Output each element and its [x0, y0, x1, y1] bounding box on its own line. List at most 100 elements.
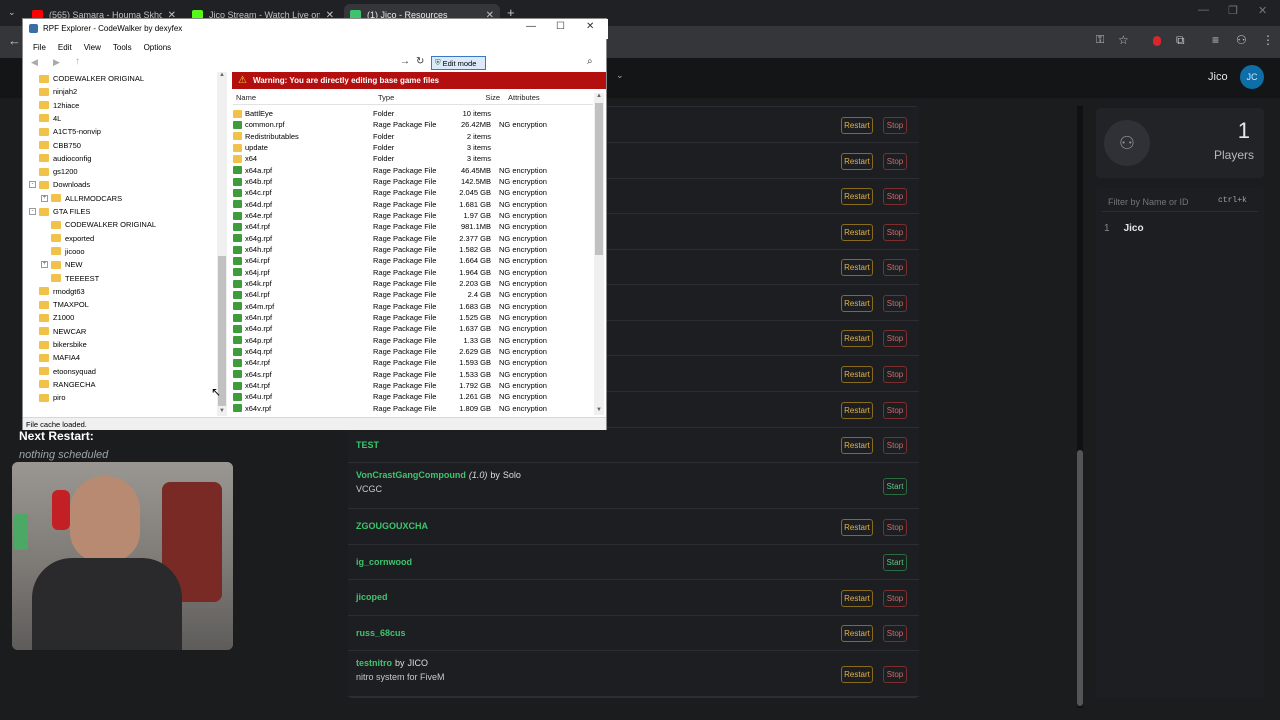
file-row[interactable]: x64 Folder 3 items — [233, 153, 593, 164]
file-scroll-up-icon[interactable]: ▲ — [596, 93, 602, 99]
file-row[interactable]: x64d.rpf Rage Package File 1.681 GB NG encr… — [233, 199, 593, 210]
file-row[interactable]: x64r.rpf Rage Package File 1.593 GB NG encr… — [233, 357, 593, 368]
stop-button[interactable]: Stop — [883, 259, 907, 276]
bookmark-star-icon[interactable]: ☆ — [1118, 33, 1129, 47]
file-row[interactable]: x64o.rpf Rage Package File 1.637 GB NG encr… — [233, 323, 593, 334]
stop-button[interactable]: Stop — [883, 224, 907, 241]
tree-folder[interactable]: ninjah2 — [29, 85, 77, 98]
tree-folder[interactable]: audioconfig — [29, 152, 91, 165]
stop-button[interactable]: Stop — [883, 666, 907, 683]
tree-folder[interactable]: CBB750 — [29, 139, 81, 152]
player-list-item[interactable]: 1 Jico — [1104, 223, 1144, 234]
stop-button[interactable]: Stop — [883, 625, 907, 642]
stop-button[interactable]: Stop — [883, 437, 907, 454]
tree-scroll-down-icon[interactable]: ▼ — [219, 408, 225, 414]
file-row[interactable]: x64n.rpf Rage Package File 1.525 GB NG encr… — [233, 312, 593, 323]
close-window-icon[interactable]: ✕ — [1258, 4, 1267, 17]
tree-folder[interactable]: etoonsyquad — [29, 365, 96, 378]
tree-folder[interactable]: NEWCAR — [29, 325, 86, 338]
search-icon[interactable]: ⌕ — [587, 56, 593, 67]
go-arrow-icon[interactable]: → — [400, 56, 410, 67]
nav-back-icon[interactable]: ◀ — [31, 57, 38, 68]
file-row[interactable]: x64p.rpf Rage Package File 1.33 GB NG encry… — [233, 335, 593, 346]
tree-folder[interactable]: rmodgt63 — [29, 285, 85, 298]
tree-folder[interactable]: bikersbike — [29, 338, 87, 351]
page-scrollbar[interactable] — [1077, 106, 1083, 708]
restart-button[interactable]: Restart — [841, 330, 873, 347]
nav-forward-icon[interactable]: ▶ — [53, 57, 60, 68]
maximize-icon[interactable]: ☐ — [556, 21, 565, 32]
start-button[interactable]: Start — [883, 554, 907, 571]
tree-folder[interactable]: MAFIA4 — [29, 351, 80, 364]
back-icon[interactable]: ← — [8, 33, 21, 48]
file-row[interactable]: x64a.rpf Rage Package File 46.45MB NG encry… — [233, 165, 593, 176]
nav-user-name[interactable]: Jico — [1208, 71, 1228, 83]
minimize-icon[interactable]: — — [526, 21, 536, 32]
expand-icon[interactable]: + — [41, 194, 48, 202]
tree-folder[interactable]: - Downloads — [29, 178, 90, 191]
file-row[interactable]: x64h.rpf Rage Package File 1.582 GB NG encr… — [233, 244, 593, 255]
refresh-icon[interactable]: ↻ — [416, 56, 424, 67]
tree-folder[interactable]: + NEW — [41, 258, 83, 271]
tree-folder[interactable]: TEEEEST — [41, 272, 99, 285]
file-row[interactable]: x64k.rpf Rage Package File 2.203 GB NG encr… — [233, 278, 593, 289]
tree-folder[interactable]: TMAXPOL — [29, 298, 89, 311]
file-row[interactable]: x64t.rpf Rage Package File 1.792 GB NG encr… — [233, 380, 593, 391]
column-name[interactable]: Name — [233, 93, 378, 104]
stop-button[interactable]: Stop — [883, 153, 907, 170]
file-scrollbar-thumb[interactable] — [595, 103, 603, 255]
nav-chevron-icon[interactable]: ⌄ — [616, 70, 624, 81]
stop-button[interactable]: Stop — [883, 295, 907, 312]
close-icon[interactable]: ✕ — [586, 21, 594, 32]
file-row[interactable]: update Folder 3 items — [233, 142, 593, 153]
restart-button[interactable]: Restart — [841, 224, 873, 241]
menu-file[interactable]: File — [33, 43, 46, 52]
file-row[interactable]: x64s.rpf Rage Package File 1.533 GB NG encr… — [233, 369, 593, 380]
extension-red-icon[interactable] — [1153, 36, 1161, 46]
tree-folder[interactable]: + ALLRMODCARS — [41, 192, 122, 205]
stop-button[interactable]: Stop — [883, 519, 907, 536]
restart-button[interactable]: Restart — [841, 153, 873, 170]
nav-up-icon[interactable]: ↑ — [75, 56, 80, 67]
file-row[interactable]: x64b.rpf Rage Package File 142.5MB NG encry… — [233, 176, 593, 187]
reading-list-icon[interactable]: ≡ — [1212, 33, 1219, 47]
tree-folder[interactable]: Z1000 — [29, 311, 74, 324]
tree-folder[interactable]: exported — [41, 232, 94, 245]
tree-folder[interactable]: - GTA FILES — [29, 205, 90, 218]
file-row[interactable]: x64c.rpf Rage Package File 2.045 GB NG encr… — [233, 187, 593, 198]
menu-options[interactable]: Options — [144, 43, 172, 52]
restart-button[interactable]: Restart — [841, 625, 873, 642]
collapse-icon[interactable]: - — [29, 181, 36, 189]
menu-edit[interactable]: Edit — [58, 43, 72, 52]
tree-folder[interactable]: CODEWALKER ORIGINAL — [29, 72, 144, 85]
avatar[interactable]: JC — [1240, 65, 1264, 89]
file-row[interactable]: x64u.rpf Rage Package File 1.261 GB NG encr… — [233, 391, 593, 402]
menu-tools[interactable]: Tools — [113, 43, 132, 52]
tree-folder[interactable]: 4L — [29, 112, 61, 125]
file-row[interactable]: x64q.rpf Rage Package File 2.629 GB NG encr… — [233, 346, 593, 357]
menu-icon[interactable]: ⋮ — [1262, 33, 1274, 47]
tree-folder[interactable]: RANGECHA — [29, 378, 96, 391]
tree-folder[interactable]: piro — [29, 391, 66, 404]
restart-button[interactable]: Restart — [841, 519, 873, 536]
tree-scrollbar-thumb[interactable] — [218, 256, 226, 406]
file-row[interactable]: BattlEye Folder 10 items — [233, 108, 593, 119]
file-row[interactable]: common.rpf Rage Package File 26.42MB NG enc… — [233, 119, 593, 130]
tree-scroll-up-icon[interactable]: ▲ — [219, 72, 225, 78]
restart-button[interactable]: Restart — [841, 366, 873, 383]
profile-icon[interactable]: ⚇ — [1236, 33, 1247, 47]
stop-button[interactable]: Stop — [883, 366, 907, 383]
tree-folder[interactable]: jicooo — [41, 245, 85, 258]
file-row[interactable]: x64v.rpf Rage Package File 1.809 GB NG encr… — [233, 403, 593, 414]
tree-scrollbar[interactable]: ▲ ▼ — [217, 72, 227, 416]
restart-button[interactable]: Restart — [841, 188, 873, 205]
extensions-icon[interactable]: ⧉ — [1176, 33, 1185, 48]
start-button[interactable]: Start — [883, 478, 907, 495]
stop-button[interactable]: Stop — [883, 402, 907, 419]
restart-button[interactable]: Restart — [841, 259, 873, 276]
file-row[interactable]: x64g.rpf Rage Package File 2.377 GB NG encr… — [233, 233, 593, 244]
tree-folder[interactable]: A1CT5-nonvip — [29, 125, 101, 138]
file-row[interactable]: x64m.rpf Rage Package File 1.683 GB NG encr… — [233, 301, 593, 312]
restart-button[interactable]: Restart — [841, 437, 873, 454]
column-attributes[interactable]: Attributes — [504, 93, 593, 104]
